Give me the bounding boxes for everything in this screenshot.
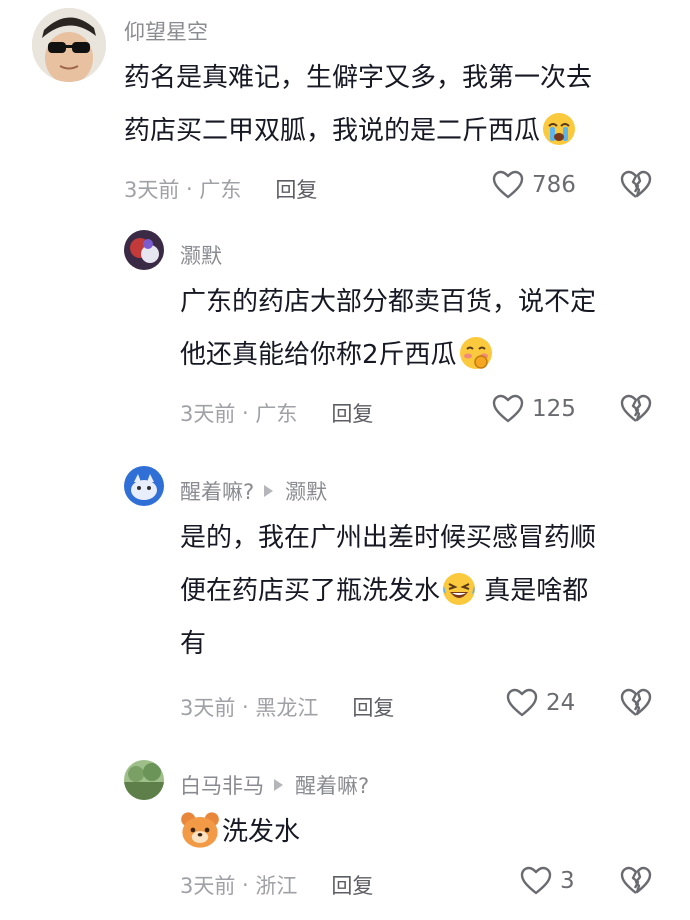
comment-username[interactable]: 仰望星空 [124,16,208,46]
reply-button[interactable]: 回复 [352,692,394,722]
comment-meta: 3天前 · 黑龙江 回复 [180,692,394,722]
avatar[interactable] [124,466,164,506]
heart-icon [520,866,552,895]
timestamp: 3天前 [180,874,236,898]
avatar[interactable] [32,8,106,82]
like-count: 3 [560,868,575,894]
dislike-button[interactable] [620,688,652,722]
comment-text: 广东的药店大部分都卖百货，说不定 他还真能给你称2斤西瓜 [180,287,597,370]
reply-button[interactable]: 回复 [331,398,373,428]
bear-emoji-icon [181,812,219,848]
timestamp: 3天前 [124,178,180,202]
location: 黑龙江 [255,696,319,720]
like-count: 786 [532,172,576,198]
reply-arrow-icon [264,485,274,497]
comment-text: 是的，我在广州出差时候买感冒药顺 便在药店买了瓶洗发水 真是啥都 有 [180,523,597,659]
location: 广东 [255,402,298,426]
dislike-button[interactable] [620,866,652,900]
like-button[interactable]: 24 [506,688,575,718]
like-button[interactable]: 3 [520,866,575,896]
location: 浙江 [255,874,298,898]
reply-to-username[interactable]: 灏默 [285,476,327,506]
heart-icon [492,394,524,423]
broken-heart-icon [620,866,652,894]
comment-username[interactable]: 白马非马 醒着嘛? [180,770,369,800]
heart-icon [506,688,538,717]
dislike-button[interactable] [620,394,652,428]
like-count: 125 [532,396,576,422]
like-count: 24 [546,690,576,716]
heart-icon [492,170,524,199]
avatar[interactable] [124,760,164,800]
reply-arrow-icon [274,779,283,791]
timestamp: 3天前 [180,402,236,426]
reply-button[interactable]: 回复 [275,174,317,204]
reply-button[interactable]: 回复 [331,870,373,900]
comment-text: 洗发水 [180,806,300,859]
comment-username[interactable]: 灏默 [180,240,222,270]
blush-emoji-icon [459,337,492,369]
location: 广东 [199,178,242,202]
dislike-button[interactable] [620,170,652,204]
broken-heart-icon [620,688,652,716]
laugh-cry-emoji-icon [443,573,476,605]
comment-meta: 3天前 · 浙江 回复 [180,870,373,900]
timestamp: 3天前 [180,696,236,720]
comment-meta: 3天前 · 广东 回复 [180,398,373,428]
avatar[interactable] [124,230,164,270]
comment-username[interactable]: 醒着嘛? 灏默 [180,476,327,506]
broken-heart-icon [620,170,652,198]
reply-to-username[interactable]: 醒着嘛? [295,770,369,800]
broken-heart-icon [620,394,652,422]
comment-meta: 3天前 · 广东 回复 [124,174,317,204]
like-button[interactable]: 125 [492,394,576,424]
like-button[interactable]: 786 [492,170,576,200]
crying-emoji-icon [543,113,576,145]
comment-text: 药名是真难记，生僻字又多，我第一次去 药店买二甲双胍，我说的是二斤西瓜 [124,63,593,146]
